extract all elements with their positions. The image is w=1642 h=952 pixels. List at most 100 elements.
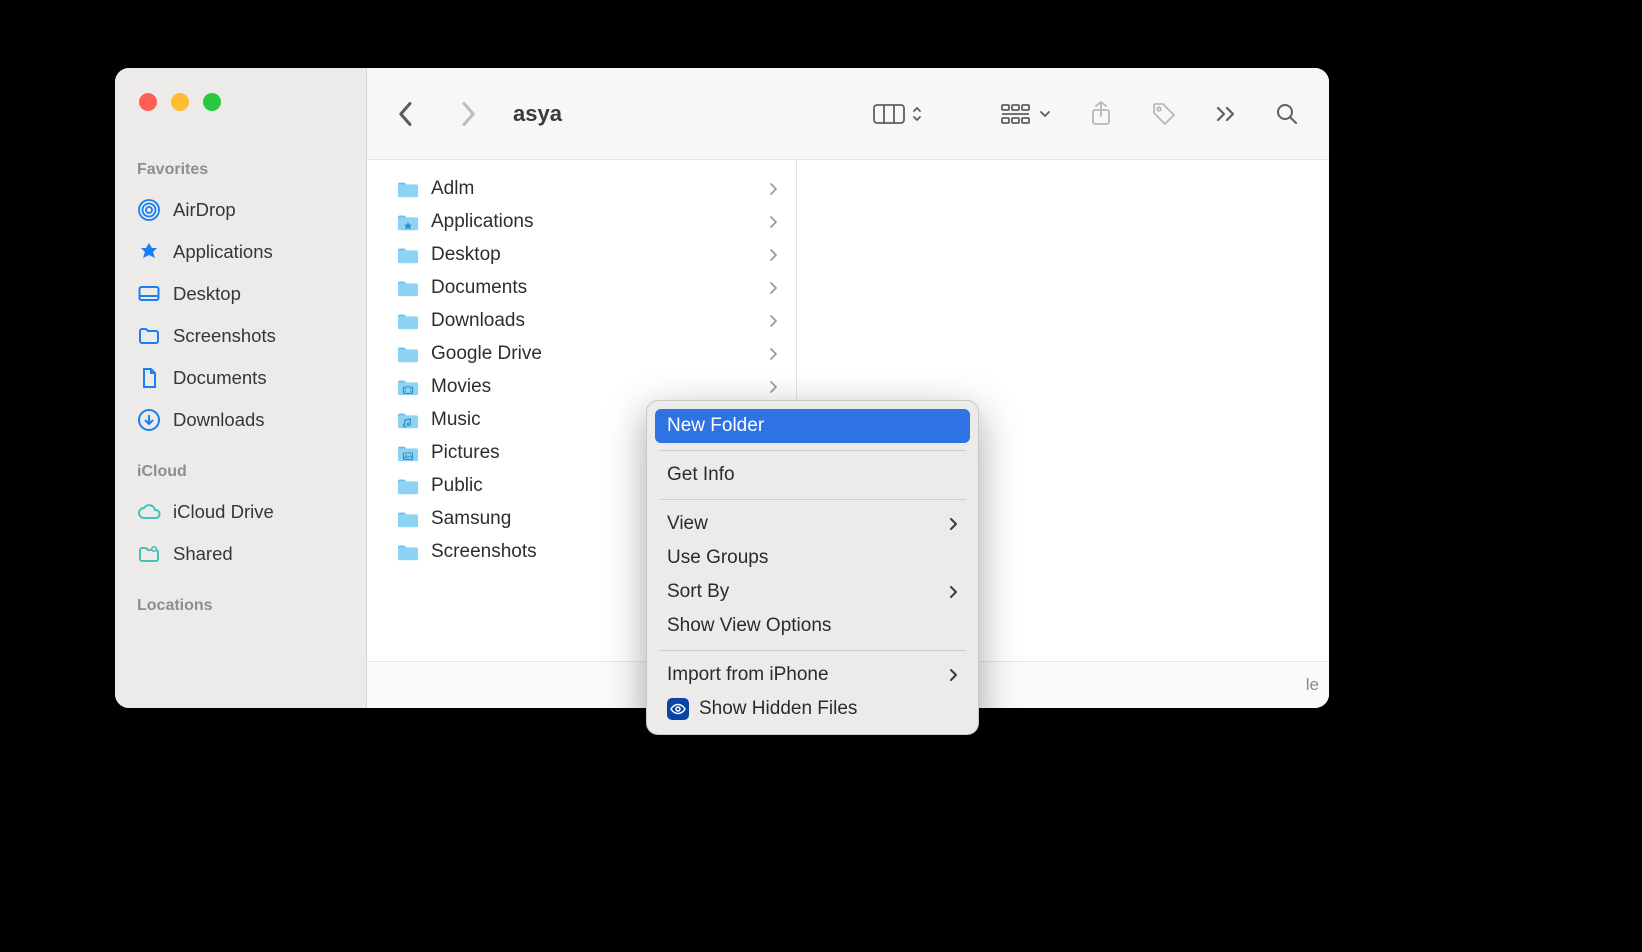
item-label: Applications bbox=[431, 211, 758, 233]
window-title: asya bbox=[513, 101, 562, 127]
folder-icon bbox=[137, 324, 161, 348]
menu-item[interactable]: View bbox=[655, 507, 970, 541]
list-item[interactable]: Desktop bbox=[367, 238, 796, 271]
tags-button[interactable] bbox=[1147, 99, 1181, 129]
menu-item[interactable]: Import from iPhone bbox=[655, 658, 970, 692]
sidebar-item-screenshots[interactable]: Screenshots bbox=[115, 315, 366, 357]
minimize-button[interactable] bbox=[171, 93, 189, 111]
toolbar-controls bbox=[869, 99, 1303, 129]
list-item[interactable]: Documents bbox=[367, 271, 796, 304]
updown-icon bbox=[911, 104, 923, 124]
menu-item-label: New Folder bbox=[667, 415, 958, 437]
chevron-right-icon bbox=[768, 281, 778, 295]
more-button[interactable] bbox=[1211, 99, 1241, 129]
sidebar-item-label: Applications bbox=[173, 241, 273, 263]
close-button[interactable] bbox=[139, 93, 157, 111]
sidebar-item-label: Documents bbox=[173, 367, 267, 389]
window-traffic-lights bbox=[139, 93, 366, 111]
menu-item[interactable]: Use Groups bbox=[655, 541, 970, 575]
forward-button[interactable] bbox=[455, 101, 481, 127]
chevron-right-icon bbox=[768, 248, 778, 262]
status-text: le bbox=[1306, 675, 1319, 695]
chevron-right-icon bbox=[768, 380, 778, 394]
chevrons-right-icon bbox=[1215, 104, 1237, 124]
context-menu: New Folder Get Info View Use Groups Sort By S… bbox=[646, 400, 979, 735]
folder-icon bbox=[395, 475, 421, 497]
item-label: Downloads bbox=[431, 310, 758, 332]
menu-separator bbox=[659, 450, 966, 451]
chevron-right-icon bbox=[948, 668, 958, 682]
menu-item-label: Sort By bbox=[667, 581, 938, 603]
sidebar-item-applications[interactable]: Applications bbox=[115, 231, 366, 273]
menu-item[interactable]: Show View Options bbox=[655, 609, 970, 643]
sidebar-item-shared[interactable]: Shared bbox=[115, 533, 366, 575]
sidebar-section-label: iCloud bbox=[137, 463, 366, 481]
columns-icon bbox=[873, 103, 905, 125]
doc-icon bbox=[137, 366, 161, 390]
menu-item[interactable]: New Folder bbox=[655, 409, 970, 443]
menu-separator bbox=[659, 499, 966, 500]
folder-icon bbox=[395, 541, 421, 563]
sidebar-item-label: iCloud Drive bbox=[173, 501, 274, 523]
desktop-icon bbox=[137, 282, 161, 306]
chevron-right-icon bbox=[948, 517, 958, 531]
search-button[interactable] bbox=[1271, 99, 1303, 129]
folder-icon bbox=[395, 178, 421, 200]
eye-icon bbox=[667, 698, 689, 720]
toolbar: asya bbox=[367, 68, 1329, 160]
download-icon bbox=[137, 408, 161, 432]
menu-item[interactable]: Get Info bbox=[655, 458, 970, 492]
item-label: Adlm bbox=[431, 178, 758, 200]
sidebar: Favorites AirDrop Applications Desktop S… bbox=[115, 68, 367, 708]
item-label: Google Drive bbox=[431, 343, 758, 365]
folder-icon bbox=[395, 244, 421, 266]
menu-item[interactable]: Show Hidden Files bbox=[655, 692, 970, 726]
list-item[interactable]: Google Drive bbox=[367, 337, 796, 370]
sidebar-item-downloads[interactable]: Downloads bbox=[115, 399, 366, 441]
folder-icon bbox=[395, 343, 421, 365]
share-icon bbox=[1089, 100, 1113, 128]
sidebar-item-airdrop[interactable]: AirDrop bbox=[115, 189, 366, 231]
zoom-button[interactable] bbox=[203, 93, 221, 111]
sidebar-item-label: AirDrop bbox=[173, 199, 236, 221]
chevron-right-icon bbox=[948, 585, 958, 599]
sidebar-section-label: Favorites bbox=[137, 161, 366, 179]
chevron-right-icon bbox=[768, 215, 778, 229]
airdrop-icon bbox=[137, 198, 161, 222]
group-button[interactable] bbox=[997, 99, 1055, 129]
back-button[interactable] bbox=[393, 101, 419, 127]
cloud-icon bbox=[137, 500, 161, 524]
chevron-right-icon bbox=[768, 182, 778, 196]
view-columns-button[interactable] bbox=[869, 99, 927, 129]
share-button[interactable] bbox=[1085, 99, 1117, 129]
menu-item-label: Get Info bbox=[667, 464, 958, 486]
folder-icon bbox=[395, 211, 421, 233]
folder-icon bbox=[395, 409, 421, 431]
chevron-right-icon bbox=[768, 347, 778, 361]
sidebar-item-label: Downloads bbox=[173, 409, 265, 431]
sidebar-item-desktop[interactable]: Desktop bbox=[115, 273, 366, 315]
sidebar-item-label: Screenshots bbox=[173, 325, 276, 347]
sidebar-item-label: Shared bbox=[173, 543, 233, 565]
list-item[interactable]: Applications bbox=[367, 205, 796, 238]
sidebar-section-label: Locations bbox=[137, 597, 366, 615]
folder-icon bbox=[395, 508, 421, 530]
item-label: Desktop bbox=[431, 244, 758, 266]
menu-item-label: Import from iPhone bbox=[667, 664, 938, 686]
menu-item-label: Use Groups bbox=[667, 547, 958, 569]
search-icon bbox=[1275, 102, 1299, 126]
shared-icon bbox=[137, 542, 161, 566]
item-label: Movies bbox=[431, 376, 758, 398]
list-item[interactable]: Downloads bbox=[367, 304, 796, 337]
list-item[interactable]: Adlm bbox=[367, 172, 796, 205]
list-item[interactable]: Movies bbox=[367, 370, 796, 403]
folder-icon bbox=[395, 310, 421, 332]
folder-icon bbox=[395, 277, 421, 299]
group-icon bbox=[1001, 103, 1031, 125]
menu-item[interactable]: Sort By bbox=[655, 575, 970, 609]
chevron-right-icon bbox=[768, 314, 778, 328]
sidebar-item-icloud-drive[interactable]: iCloud Drive bbox=[115, 491, 366, 533]
menu-item-label: Show View Options bbox=[667, 615, 958, 637]
apps-icon bbox=[137, 240, 161, 264]
sidebar-item-documents[interactable]: Documents bbox=[115, 357, 366, 399]
